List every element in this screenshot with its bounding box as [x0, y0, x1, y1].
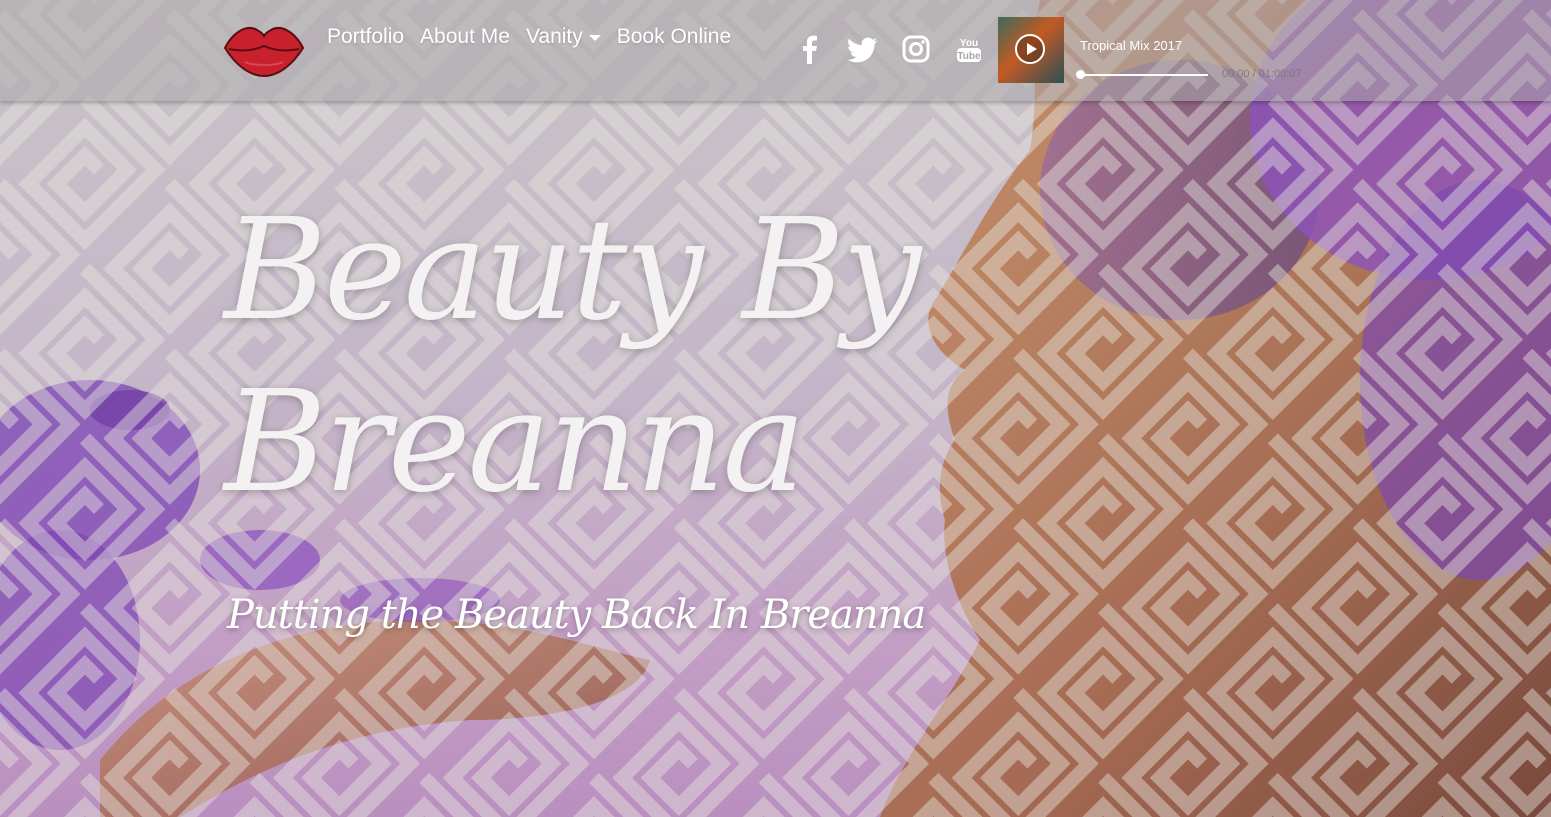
twitter-icon[interactable] [848, 34, 878, 64]
main-menu: Portfolio About Me Vanity Book Online [327, 25, 731, 49]
nav-book-online[interactable]: Book Online [617, 25, 731, 49]
nav-about-me[interactable]: About Me [420, 25, 510, 49]
youtube-icon[interactable]: You Tube [954, 34, 984, 64]
hero-title: Beauty By Breanna [224, 189, 921, 524]
svg-text:You: You [960, 38, 978, 49]
track-time: 00:00 / 01:00:07 [1222, 68, 1302, 80]
svg-text:Tube: Tube [957, 51, 981, 62]
play-icon[interactable] [1015, 34, 1045, 64]
nav-about-me-label: About Me [420, 25, 510, 48]
music-player: Tropical Mix 2017 00:00 / 01:00:07 [998, 17, 1338, 85]
album-art[interactable] [998, 17, 1064, 83]
track-title: Tropical Mix 2017 [1080, 38, 1183, 53]
nav-vanity-label: Vanity [525, 25, 583, 48]
social-links: You Tube [795, 34, 984, 64]
progress-bar[interactable] [1076, 70, 1208, 79]
facebook-icon[interactable] [795, 34, 825, 64]
top-navbar: Portfolio About Me Vanity Book Online Yo… [0, 0, 1551, 101]
instagram-icon[interactable] [901, 34, 931, 64]
chevron-down-icon [588, 35, 601, 41]
nav-vanity-dropdown[interactable]: Vanity [526, 25, 601, 49]
lips-icon[interactable] [223, 22, 305, 78]
nav-portfolio[interactable]: Portfolio [327, 25, 404, 49]
hero-subtitle: Putting the Beauty Back In Breanna [227, 592, 926, 638]
progress-handle[interactable] [1076, 70, 1085, 79]
nav-portfolio-label: Portfolio [327, 25, 405, 48]
nav-book-online-label: Book Online [616, 25, 732, 48]
